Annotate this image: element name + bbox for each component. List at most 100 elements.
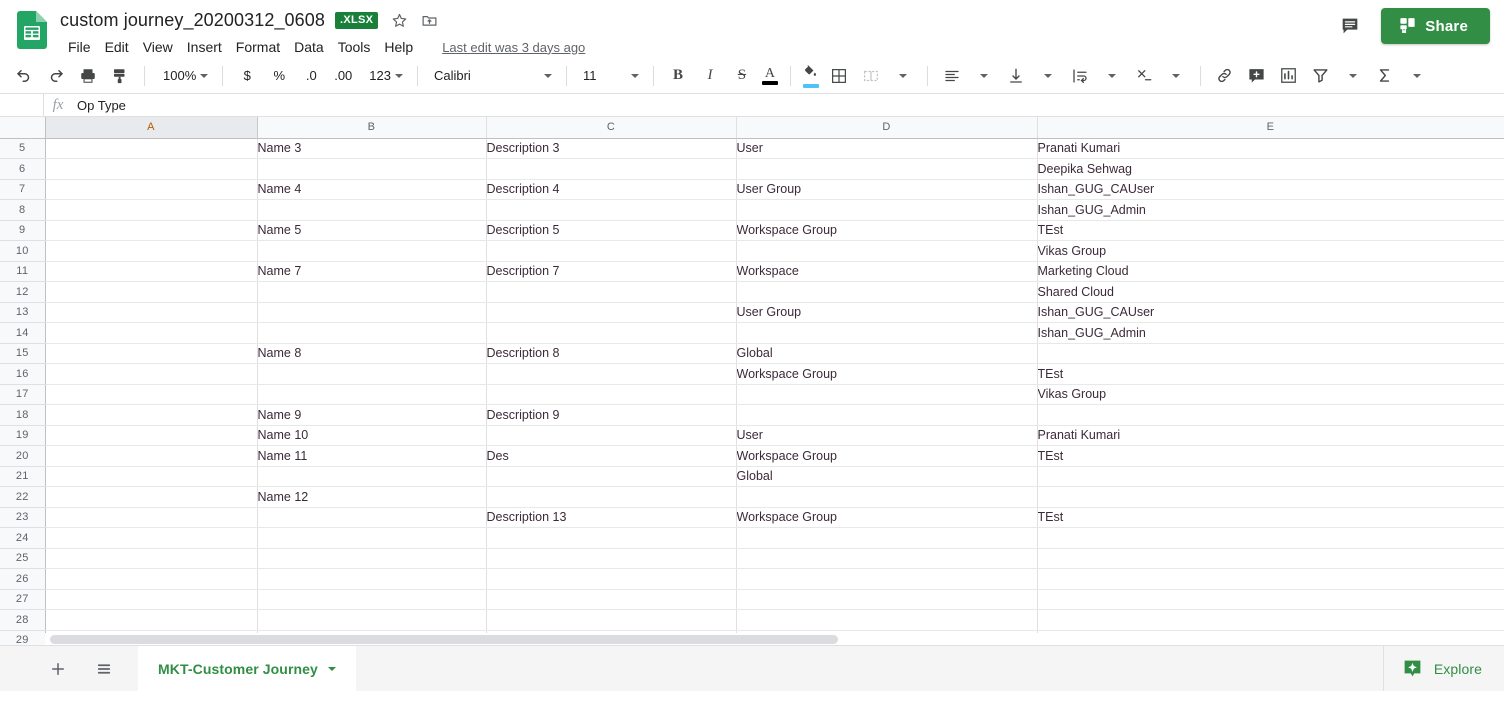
cell-d[interactable]	[736, 404, 1038, 426]
cell-b[interactable]	[257, 609, 487, 631]
row-header[interactable]: 5	[0, 138, 46, 159]
row-header[interactable]: 19	[0, 425, 46, 446]
cell-b[interactable]	[257, 548, 487, 569]
cell-c[interactable]: Description 4	[486, 179, 737, 200]
cell-d[interactable]	[736, 527, 1038, 549]
page-title[interactable]: custom journey_20200312_0608	[60, 10, 325, 31]
cell-d[interactable]: Workspace Group	[736, 363, 1038, 385]
row-header[interactable]: 18	[0, 404, 46, 426]
insert-chart-icon[interactable]	[1273, 63, 1305, 89]
sheets-logo-icon[interactable]	[14, 8, 50, 52]
cell-b[interactable]	[257, 384, 487, 405]
menu-item-help[interactable]: Help	[377, 38, 420, 56]
column-header-b[interactable]: B	[257, 117, 487, 139]
cell-e[interactable]: TEst	[1037, 445, 1504, 467]
cell-d[interactable]: Workspace Group	[736, 220, 1038, 241]
cell-e[interactable]: Vikas Group	[1037, 384, 1504, 405]
cell-d[interactable]: Workspace	[736, 261, 1038, 282]
text-wrap-icon[interactable]	[1064, 63, 1096, 89]
cell-d[interactable]: User	[736, 425, 1038, 446]
cell-d[interactable]	[736, 322, 1038, 344]
cell-a[interactable]	[45, 179, 258, 200]
menu-item-file[interactable]: File	[61, 38, 98, 56]
row-header[interactable]: 20	[0, 445, 46, 467]
cell-a[interactable]	[45, 343, 258, 364]
cell-e[interactable]	[1037, 589, 1504, 610]
row-header[interactable]: 16	[0, 363, 46, 385]
bold-button[interactable]: B	[662, 63, 694, 89]
row-header[interactable]: 27	[0, 589, 46, 610]
row-header[interactable]: 15	[0, 343, 46, 364]
cell-d[interactable]: User Group	[736, 179, 1038, 200]
cell-a[interactable]	[45, 486, 258, 508]
all-sheets-icon[interactable]	[92, 657, 116, 681]
column-header-e[interactable]: E	[1037, 117, 1504, 139]
insert-link-icon[interactable]	[1209, 63, 1241, 89]
cell-e[interactable]	[1037, 343, 1504, 364]
cell-c[interactable]	[486, 425, 737, 446]
cell-c[interactable]	[486, 240, 737, 262]
add-sheet-icon[interactable]	[46, 657, 70, 681]
cell-b[interactable]: Name 8	[257, 343, 487, 364]
menu-item-tools[interactable]: Tools	[331, 38, 378, 56]
column-header-d[interactable]: D	[736, 117, 1038, 139]
merge-cells-dropdown[interactable]	[887, 63, 919, 89]
chevron-down-icon[interactable]	[327, 666, 336, 671]
cell-b[interactable]	[257, 466, 487, 487]
strikethrough-button[interactable]: S	[726, 63, 758, 89]
font-family-selector[interactable]: Calibri	[426, 63, 558, 89]
cell-b[interactable]	[257, 363, 487, 385]
cell-e[interactable]: TEst	[1037, 220, 1504, 241]
cell-d[interactable]	[736, 486, 1038, 508]
cell-d[interactable]: User Group	[736, 302, 1038, 323]
percent-format-button[interactable]: %	[263, 63, 295, 89]
row-header[interactable]: 28	[0, 609, 46, 631]
menu-item-edit[interactable]: Edit	[98, 38, 136, 56]
select-all-corner[interactable]	[0, 117, 46, 139]
row-header[interactable]: 17	[0, 384, 46, 405]
cell-e[interactable]	[1037, 548, 1504, 569]
cell-b[interactable]: Name 7	[257, 261, 487, 282]
borders-icon[interactable]	[823, 63, 855, 89]
cell-b[interactable]	[257, 302, 487, 323]
share-button[interactable]: Share	[1381, 8, 1490, 44]
number-format-selector[interactable]: 123	[359, 63, 409, 89]
cell-d[interactable]	[736, 158, 1038, 180]
row-header[interactable]: 24	[0, 527, 46, 549]
cell-c[interactable]: Des	[486, 445, 737, 467]
cell-e[interactable]: Shared Cloud	[1037, 281, 1504, 303]
cell-c[interactable]	[486, 589, 737, 610]
cell-c[interactable]	[486, 568, 737, 590]
cell-e[interactable]	[1037, 466, 1504, 487]
cell-b[interactable]	[257, 527, 487, 549]
row-header[interactable]: 21	[0, 466, 46, 487]
insert-comment-icon[interactable]	[1241, 63, 1273, 89]
cell-e[interactable]: Deepika Sehwag	[1037, 158, 1504, 180]
cell-c[interactable]	[486, 199, 737, 221]
horizontal-align-dropdown[interactable]	[968, 63, 1000, 89]
cell-c[interactable]: Description 3	[486, 138, 737, 159]
text-color-button[interactable]: A	[758, 63, 782, 89]
cell-d[interactable]	[736, 609, 1038, 631]
cell-b[interactable]	[257, 240, 487, 262]
cell-c[interactable]	[486, 527, 737, 549]
cell-a[interactable]	[45, 261, 258, 282]
currency-format-button[interactable]: $	[231, 63, 263, 89]
cell-a[interactable]	[45, 527, 258, 549]
cell-a[interactable]	[45, 363, 258, 385]
functions-sigma-icon[interactable]	[1369, 63, 1401, 89]
row-header[interactable]: 26	[0, 568, 46, 590]
cell-a[interactable]	[45, 548, 258, 569]
row-header[interactable]: 10	[0, 240, 46, 262]
cell-d[interactable]	[736, 548, 1038, 569]
name-box[interactable]	[0, 94, 44, 116]
cell-a[interactable]	[45, 404, 258, 426]
menu-item-data[interactable]: Data	[287, 38, 331, 56]
cell-a[interactable]	[45, 384, 258, 405]
text-wrap-dropdown[interactable]	[1096, 63, 1128, 89]
cell-b[interactable]: Name 10	[257, 425, 487, 446]
cell-c[interactable]	[486, 548, 737, 569]
cell-d[interactable]	[736, 384, 1038, 405]
cell-b[interactable]: Name 9	[257, 404, 487, 426]
cell-b[interactable]	[257, 589, 487, 610]
